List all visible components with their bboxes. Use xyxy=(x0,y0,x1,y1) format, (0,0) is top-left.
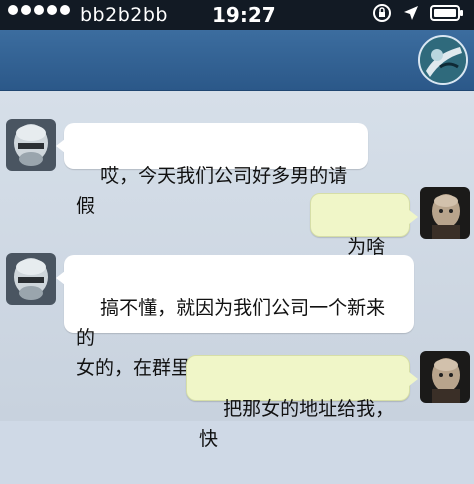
status-time: 19:27 xyxy=(212,3,276,27)
friend-avatar[interactable] xyxy=(6,253,56,305)
message-bubble[interactable]: 为啥啊？ xyxy=(310,193,418,288)
chat-area: 哎，今天我们公司好多男的请假 为啥啊？ 搞不懂，就因为我们公司一个新来的 女的，… xyxy=(0,91,474,450)
signal-dots-icon xyxy=(8,5,70,15)
my-avatar[interactable] xyxy=(420,351,470,403)
message-bubble[interactable]: 把那女的地址给我，快 xyxy=(186,355,418,450)
message-bubble[interactable]: 哎，今天我们公司好多男的请假 xyxy=(56,123,368,217)
contact-avatar-icon[interactable] xyxy=(418,35,468,85)
message-text: 哎，今天我们公司好多男的请假 xyxy=(76,165,348,217)
my-avatar[interactable] xyxy=(420,187,470,239)
battery-icon xyxy=(430,5,464,21)
friend-avatar[interactable] xyxy=(6,119,56,171)
chat-header xyxy=(0,30,474,91)
status-bar: bb2b2bb 19:27 xyxy=(0,0,474,30)
carrier-name: bb2b2bb xyxy=(80,4,168,26)
rotation-lock-icon xyxy=(372,3,392,23)
message-text: 把那女的地址给我，快 xyxy=(199,398,395,450)
location-arrow-icon xyxy=(402,4,420,22)
message-bubble[interactable]: 搞不懂，就因为我们公司一个新来的 女的，在群里发了一句12345 xyxy=(56,255,414,379)
status-icons xyxy=(372,3,464,23)
